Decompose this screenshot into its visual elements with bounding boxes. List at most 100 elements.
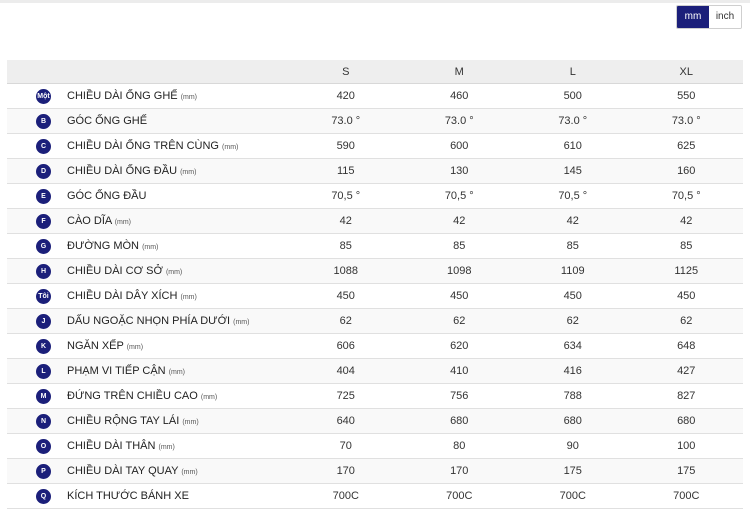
size-value-cell: 73.0 °	[402, 108, 516, 134]
row-badge: Một	[36, 88, 51, 104]
size-value-cell: 700C	[629, 483, 743, 509]
size-value-cell: 42	[289, 208, 403, 234]
badge-cell: O	[7, 433, 67, 459]
size-header-l: L	[516, 60, 630, 84]
size-value-cell: 70	[289, 433, 403, 459]
row-label-cell: CHIỀU DÀI ỐNG GHẾ (mm)	[67, 83, 289, 109]
badge-cell: K	[7, 333, 67, 359]
badge-cell: H	[7, 258, 67, 284]
size-value-cell: 420	[289, 83, 403, 109]
size-value-cell: 62	[629, 308, 743, 334]
size-value-cell: 680	[402, 408, 516, 434]
table-row: G ĐƯỜNG MÒN (mm) 85 85 85 85	[7, 233, 743, 259]
row-badge: K	[36, 338, 51, 354]
badge-cell: Tôi	[7, 283, 67, 309]
size-value-cell: 73.0 °	[516, 108, 630, 134]
table-body: Một CHIỀU DÀI ỐNG GHẾ (mm) 420 460 500 550 B GÓ…	[7, 83, 743, 509]
size-value-cell: 62	[289, 308, 403, 334]
row-label-cell: GÓC ỐNG GHẾ	[67, 108, 289, 134]
row-label-cell: CHIỀU DÀI ỐNG TRÊN CÙNG (mm)	[67, 133, 289, 159]
size-value-cell: 1125	[629, 258, 743, 284]
row-unit: (mm)	[142, 244, 159, 251]
size-value-cell: 170	[289, 458, 403, 484]
table-row: Tôi CHIỀU DÀI DÂY XÍCH (mm) 450 450 450 450	[7, 283, 743, 309]
geometry-table: S M L XL Một CHIỀU DÀI ỐNG GHẾ (mm) 420 460…	[7, 60, 743, 509]
size-value-cell: 160	[629, 158, 743, 184]
size-value-cell: 70,5 °	[289, 183, 403, 209]
row-label: GÓC ỐNG GHẾ	[67, 115, 148, 127]
size-value-cell: 500	[516, 83, 630, 109]
row-label-cell: CHIỀU DÀI TAY QUAY (mm)	[67, 458, 289, 484]
size-value-cell: 625	[629, 133, 743, 159]
row-unit: (mm)	[180, 94, 198, 101]
size-value-cell: 1088	[289, 258, 403, 284]
row-unit: (mm)	[114, 219, 132, 226]
badge-cell: C	[7, 133, 67, 159]
size-value-cell: 1098	[402, 258, 516, 284]
row-label: CHIỀU DÀI THÂN	[67, 440, 156, 452]
header-badge-cell	[7, 60, 67, 84]
size-value-cell: 410	[402, 358, 516, 384]
row-badge: E	[36, 188, 51, 204]
size-value-cell: 175	[516, 458, 630, 484]
row-badge: M	[36, 388, 51, 404]
table-row: P CHIỀU DÀI TAY QUAY (mm) 170 170 175 175	[7, 458, 743, 484]
size-value-cell: 450	[629, 283, 743, 309]
row-label: ĐƯỜNG MÒN	[67, 240, 139, 252]
row-label: KÍCH THƯỚC BÁNH XE	[67, 490, 189, 502]
size-value-cell: 427	[629, 358, 743, 384]
unit-mm-button[interactable]: mm	[677, 6, 709, 28]
size-value-cell: 85	[516, 233, 630, 259]
row-label: ĐỨNG TRÊN CHIỀU CAO	[67, 390, 198, 402]
size-header-m: M	[402, 60, 516, 84]
badge-cell: M	[7, 383, 67, 409]
table-row: E GÓC ỐNG ĐẦU 70,5 ° 70,5 ° 70,5 ° 70,5 °	[7, 183, 743, 209]
row-unit: (mm)	[200, 394, 218, 401]
row-badge: G	[36, 238, 51, 254]
row-badge: Tôi	[36, 288, 51, 304]
size-value-cell: 42	[629, 208, 743, 234]
size-value-cell: 450	[516, 283, 630, 309]
size-value-cell: 90	[516, 433, 630, 459]
unit-inch-button[interactable]: inch	[709, 6, 741, 28]
row-label-cell: CHIỀU DÀI DÂY XÍCH (mm)	[67, 283, 289, 309]
row-badge: B	[36, 113, 51, 129]
size-value-cell: 1109	[516, 258, 630, 284]
size-header-s: S	[289, 60, 403, 84]
row-label-cell: PHẠM VI TIẾP CẬN (mm)	[67, 358, 289, 384]
table-row: Một CHIỀU DÀI ỐNG GHẾ (mm) 420 460 500 550	[7, 83, 743, 109]
row-label: CHIỀU DÀI ỐNG TRÊN CÙNG	[67, 140, 219, 152]
row-badge: D	[36, 163, 51, 179]
table-row: H CHIỀU DÀI CƠ SỞ (mm) 1088 1098 1109 1125	[7, 258, 743, 284]
size-value-cell: 610	[516, 133, 630, 159]
badge-cell: E	[7, 183, 67, 209]
size-value-cell: 42	[516, 208, 630, 234]
top-divider	[0, 0, 750, 3]
size-header-xl: XL	[629, 60, 743, 84]
size-value-cell: 700C	[402, 483, 516, 509]
table-row: M ĐỨNG TRÊN CHIỀU CAO (mm) 725 756 788 827	[7, 383, 743, 409]
badge-cell: L	[7, 358, 67, 384]
row-badge: F	[36, 213, 51, 229]
size-value-cell: 175	[629, 458, 743, 484]
row-label-cell: CÀO DĨA (mm)	[67, 208, 289, 234]
size-value-cell: 700C	[516, 483, 630, 509]
row-badge: C	[36, 138, 51, 154]
row-unit: (mm)	[222, 144, 239, 151]
size-value-cell: 725	[289, 383, 403, 409]
row-unit: (mm)	[180, 294, 197, 301]
size-value-cell: 85	[629, 233, 743, 259]
size-value-cell: 460	[402, 83, 516, 109]
row-unit: (mm)	[165, 269, 183, 276]
size-value-cell: 115	[289, 158, 403, 184]
size-value-cell: 827	[629, 383, 743, 409]
row-label-cell: CHIỀU DÀI ỐNG ĐẦU (mm)	[67, 158, 289, 184]
size-value-cell: 62	[402, 308, 516, 334]
size-value-cell: 70,5 °	[516, 183, 630, 209]
badge-cell: J	[7, 308, 67, 334]
size-value-cell: 62	[516, 308, 630, 334]
row-unit: (mm)	[168, 369, 186, 376]
row-label: NGĂN XẾP	[67, 340, 124, 352]
row-label-cell: KÍCH THƯỚC BÁNH XE	[67, 483, 289, 509]
row-unit: (mm)	[233, 319, 250, 326]
